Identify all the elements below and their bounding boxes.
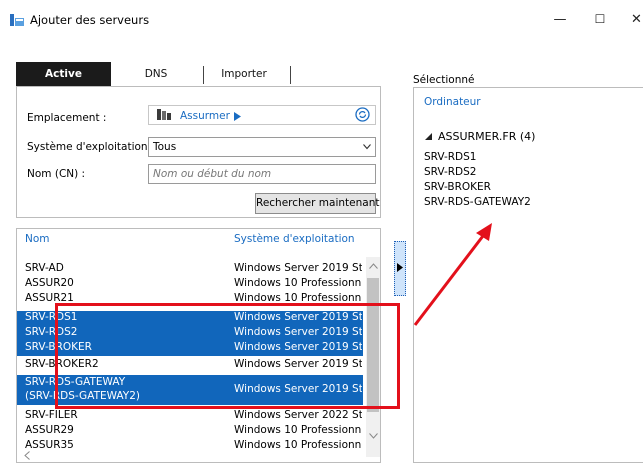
list-item-name: ASSUR29: [25, 424, 74, 436]
chevron-down-icon: [363, 144, 371, 150]
list-item-name: SRV-FILER: [25, 409, 78, 421]
list-item[interactable]: ASSUR29 Windows 10 Professionne: [17, 424, 363, 439]
list-item-os: Windows Server 2019 Star: [234, 262, 362, 274]
server-manager-icon: [10, 14, 24, 26]
list-item-os: Windows 10 Professionne: [234, 424, 362, 436]
list-item-name: ASSUR20: [25, 277, 74, 289]
tab-dns[interactable]: DNS: [136, 62, 176, 86]
annotation-highlight-box: [55, 303, 400, 409]
list-item[interactable]: ASSUR35 Windows 10 Professionne: [17, 439, 363, 450]
selected-item[interactable]: SRV-RDS1: [424, 151, 476, 163]
search-now-button[interactable]: Rechercher maintenant: [255, 193, 379, 214]
tab-importer[interactable]: Importer: [212, 62, 276, 86]
os-select-value: Tous: [153, 141, 177, 153]
list-item-os: Windows Server 2022 Star: [234, 409, 362, 421]
location-label: Emplacement :: [27, 112, 107, 124]
column-header-name[interactable]: Nom: [25, 233, 50, 245]
arrow-right-icon: [397, 263, 403, 272]
list-item-os: Windows 10 Professionne: [234, 277, 362, 289]
list-item-name: SRV-AD: [25, 262, 64, 274]
tab-active-directory[interactable]: Active Directory: [16, 62, 111, 104]
minimize-button[interactable]: —: [550, 12, 570, 30]
list-item-name: ASSUR35: [25, 439, 74, 450]
column-header-os[interactable]: Système d'exploitation: [234, 233, 355, 245]
list-item[interactable]: SRV-FILER Windows Server 2022 Star: [17, 409, 363, 424]
column-header-computer[interactable]: Ordinateur: [424, 96, 481, 108]
selected-item[interactable]: SRV-BROKER: [424, 181, 491, 193]
selected-group[interactable]: ASSURMER.FR (4): [438, 130, 535, 143]
scroll-left-icon[interactable]: [24, 451, 30, 460]
list-item-os: Windows 10 Professionne: [234, 439, 362, 450]
maximize-button[interactable]: ☐: [590, 12, 610, 30]
domain-icon: [157, 109, 171, 120]
selected-label: Sélectionné: [413, 74, 475, 86]
refresh-icon[interactable]: [355, 107, 370, 122]
scroll-down-icon[interactable]: [369, 433, 378, 439]
scroll-up-icon[interactable]: [369, 263, 378, 269]
list-item[interactable]: ASSUR20 Windows 10 Professionne: [17, 277, 363, 292]
os-select[interactable]: [148, 137, 376, 157]
selected-list: [413, 87, 643, 463]
name-input-placeholder: Nom ou début du nom: [153, 168, 272, 180]
list-item[interactable]: SRV-AD Windows Server 2019 Star: [17, 262, 363, 277]
caret-right-icon: [234, 112, 241, 121]
name-label: Nom (CN) :: [27, 168, 86, 180]
location-value[interactable]: Assurmer: [180, 110, 230, 122]
collapse-icon[interactable]: [425, 133, 432, 140]
selected-item[interactable]: SRV-RDS2: [424, 166, 476, 178]
tab-divider: [203, 66, 204, 84]
close-button[interactable]: ✕: [630, 12, 643, 30]
selected-item[interactable]: SRV-RDS-GATEWAY2: [424, 196, 531, 208]
os-label: Système d'exploitation :: [27, 141, 155, 153]
window-title: Ajouter des serveurs: [30, 13, 150, 27]
tab-divider: [290, 66, 291, 84]
